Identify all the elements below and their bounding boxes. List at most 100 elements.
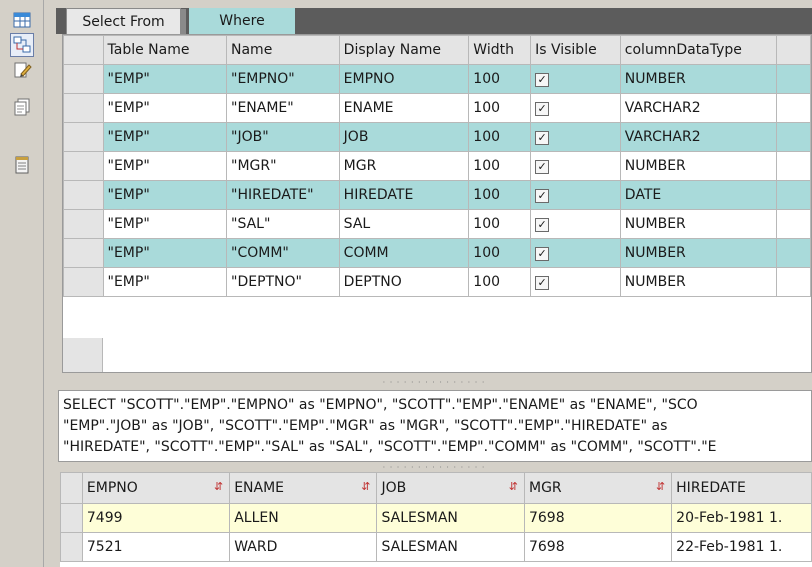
- cell-width[interactable]: 100: [468, 209, 532, 239]
- cell-name[interactable]: "ENAME": [226, 93, 340, 123]
- cell-name[interactable]: "HIREDATE": [226, 180, 340, 210]
- cell-table-name[interactable]: "EMP": [102, 122, 228, 152]
- cell-data-type[interactable]: NUMBER: [619, 267, 778, 297]
- table-row[interactable]: "EMP" "EMPNO" EMPNO 100 ✓ NUMBER: [63, 64, 811, 94]
- cell-width[interactable]: 100: [468, 238, 532, 268]
- cell-name[interactable]: "SAL": [226, 209, 340, 239]
- column-header-is-visible[interactable]: Is Visible: [530, 35, 621, 65]
- row-header[interactable]: [63, 267, 104, 297]
- cell-display-name[interactable]: MGR: [338, 151, 470, 181]
- visible-checkbox[interactable]: ✓: [535, 247, 550, 261]
- visible-checkbox[interactable]: ✓: [535, 131, 550, 145]
- visible-checkbox[interactable]: ✓: [535, 276, 550, 290]
- column-header-table-name[interactable]: Table Name: [102, 35, 228, 65]
- cell-table-name[interactable]: "EMP": [102, 238, 228, 268]
- cell-display-name[interactable]: EMPNO: [338, 64, 470, 94]
- cell-table-name[interactable]: "EMP": [102, 93, 228, 123]
- cell-hiredate[interactable]: 20-Feb-1981 1.: [671, 503, 812, 533]
- table-row[interactable]: "EMP" "COMM" COMM 100 ✓ NUMBER: [63, 238, 811, 268]
- table-row[interactable]: "EMP" "ENAME" ENAME 100 ✓ VARCHAR2: [63, 93, 811, 123]
- cell-width[interactable]: 100: [468, 64, 532, 94]
- column-header-data-type[interactable]: columnDataType: [619, 35, 778, 65]
- cell-job[interactable]: SALESMAN: [376, 503, 525, 533]
- visible-checkbox[interactable]: ✓: [535, 218, 550, 232]
- column-header-ename[interactable]: ENAME ⇵: [229, 472, 378, 504]
- sql-text-area[interactable]: SELECT "SCOTT"."EMP"."EMPNO" as "EMPNO",…: [58, 390, 812, 462]
- table-row[interactable]: "EMP" "MGR" MGR 100 ✓ NUMBER: [63, 151, 811, 181]
- row-header[interactable]: [63, 151, 104, 181]
- table-row[interactable]: "EMP" "DEPTNO" DEPTNO 100 ✓ NUMBER: [63, 267, 811, 297]
- visible-checkbox[interactable]: ✓: [535, 73, 550, 87]
- cell-display-name[interactable]: SAL: [338, 209, 470, 239]
- tab-select-from[interactable]: Select From: [66, 8, 186, 35]
- table-icon[interactable]: [10, 8, 34, 32]
- cell-display-name[interactable]: COMM: [338, 238, 470, 268]
- sort-icon[interactable]: ⇵: [361, 480, 370, 493]
- cell-name[interactable]: "MGR": [226, 151, 340, 181]
- cell-table-name[interactable]: "EMP": [102, 151, 228, 181]
- column-header-mgr[interactable]: MGR ⇵: [523, 472, 673, 504]
- splitter-handle[interactable]: · · · · · · · · · · · · · · ·: [56, 379, 812, 387]
- table-row[interactable]: 7499 ALLEN SALESMAN 7698 20-Feb-1981 1.: [60, 503, 812, 533]
- row-header[interactable]: [63, 180, 104, 210]
- column-header-empno[interactable]: EMPNO ⇵: [81, 472, 231, 504]
- column-header-job[interactable]: JOB ⇵: [376, 472, 525, 504]
- splitter-handle[interactable]: · · · · · · · · · · · · · · ·: [56, 464, 812, 472]
- table-row[interactable]: "EMP" "SAL" SAL 100 ✓ NUMBER: [63, 209, 811, 239]
- row-header[interactable]: [60, 532, 83, 562]
- column-header-name[interactable]: Name: [226, 35, 340, 65]
- table-row[interactable]: "EMP" "JOB" JOB 100 ✓ VARCHAR2: [63, 122, 811, 152]
- row-header[interactable]: [63, 93, 104, 123]
- cell-data-type[interactable]: VARCHAR2: [619, 93, 778, 123]
- cell-table-name[interactable]: "EMP": [102, 64, 228, 94]
- row-header[interactable]: [60, 503, 83, 533]
- column-header-hiredate[interactable]: HIREDATE: [671, 472, 812, 504]
- visible-checkbox[interactable]: ✓: [535, 160, 550, 174]
- cell-display-name[interactable]: HIREDATE: [338, 180, 470, 210]
- cell-empno[interactable]: 7499: [81, 503, 231, 533]
- cell-table-name[interactable]: "EMP": [102, 209, 228, 239]
- cell-width[interactable]: 100: [468, 180, 532, 210]
- cell-name[interactable]: "DEPTNO": [226, 267, 340, 297]
- cell-data-type[interactable]: NUMBER: [619, 238, 778, 268]
- cell-data-type[interactable]: VARCHAR2: [619, 122, 778, 152]
- row-header[interactable]: [63, 64, 104, 94]
- notepad-icon[interactable]: [10, 153, 34, 177]
- sort-icon[interactable]: ⇵: [656, 480, 665, 493]
- cell-empno[interactable]: 7521: [81, 532, 231, 562]
- cell-width[interactable]: 100: [468, 151, 532, 181]
- cell-name[interactable]: "COMM": [226, 238, 340, 268]
- cell-ename[interactable]: ALLEN: [229, 503, 378, 533]
- cell-table-name[interactable]: "EMP": [102, 180, 228, 210]
- cell-width[interactable]: 100: [468, 267, 532, 297]
- cell-mgr[interactable]: 7698: [523, 503, 673, 533]
- cell-width[interactable]: 100: [468, 122, 532, 152]
- column-header-display-name[interactable]: Display Name: [338, 35, 470, 65]
- cell-width[interactable]: 100: [468, 93, 532, 123]
- cell-data-type[interactable]: NUMBER: [619, 64, 778, 94]
- cell-data-type[interactable]: NUMBER: [619, 209, 778, 239]
- row-header[interactable]: [63, 209, 104, 239]
- visible-checkbox[interactable]: ✓: [535, 189, 550, 203]
- cell-name[interactable]: "EMPNO": [226, 64, 340, 94]
- column-header-width[interactable]: Width: [468, 35, 532, 65]
- query-builder-icon[interactable]: [10, 33, 34, 57]
- table-row[interactable]: 7521 WARD SALESMAN 7698 22-Feb-1981 1.: [60, 532, 812, 562]
- cell-ename[interactable]: WARD: [229, 532, 378, 562]
- cell-data-type[interactable]: DATE: [619, 180, 778, 210]
- cell-name[interactable]: "JOB": [226, 122, 340, 152]
- cell-hiredate[interactable]: 22-Feb-1981 1.: [671, 532, 812, 562]
- sort-icon[interactable]: ⇵: [214, 480, 223, 493]
- edit-icon[interactable]: [10, 58, 34, 82]
- row-header[interactable]: [63, 238, 104, 268]
- tab-where[interactable]: Where: [189, 8, 295, 34]
- documents-icon[interactable]: [10, 95, 34, 119]
- table-row[interactable]: "EMP" "HIREDATE" HIREDATE 100 ✓ DATE: [63, 180, 811, 210]
- cell-display-name[interactable]: ENAME: [338, 93, 470, 123]
- cell-display-name[interactable]: JOB: [338, 122, 470, 152]
- cell-mgr[interactable]: 7698: [523, 532, 673, 562]
- row-header[interactable]: [63, 122, 104, 152]
- visible-checkbox[interactable]: ✓: [535, 102, 550, 116]
- cell-table-name[interactable]: "EMP": [102, 267, 228, 297]
- cell-job[interactable]: SALESMAN: [376, 532, 525, 562]
